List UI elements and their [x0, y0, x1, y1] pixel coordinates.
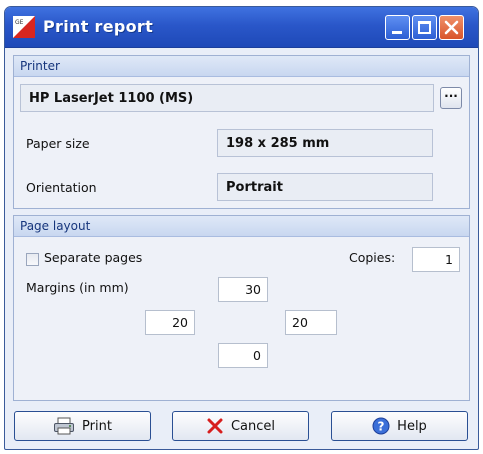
- app-logo-icon: GE: [13, 16, 35, 38]
- maximize-button[interactable]: [412, 15, 437, 40]
- svg-text:GE: GE: [15, 19, 24, 26]
- red-x-icon: [207, 418, 223, 434]
- cancel-button-label: Cancel: [230, 418, 276, 434]
- help-icon: ?: [372, 417, 390, 435]
- margin-bottom-input[interactable]: 0: [218, 343, 268, 368]
- orientation-field: Portrait: [217, 173, 433, 201]
- cancel-button[interactable]: Cancel: [172, 411, 309, 441]
- browse-printer-button[interactable]: ···: [440, 87, 462, 109]
- svg-text:?: ?: [378, 420, 385, 434]
- printer-name-field: HP LaserJet 1100 (MS): [20, 84, 434, 112]
- help-button-label: Help: [397, 418, 427, 434]
- margin-right-input[interactable]: 20: [285, 310, 337, 335]
- printer-group-header: Printer: [14, 56, 469, 77]
- close-button[interactable]: [439, 15, 464, 40]
- print-report-dialog: GE Print report Printer HP LaserJet 1100…: [4, 6, 479, 450]
- maximize-icon: [418, 21, 431, 34]
- window-title: Print report: [43, 17, 154, 36]
- print-button[interactable]: Print: [14, 411, 151, 441]
- page-layout-group: Page layout Separate pages Copies: 1 Mar…: [13, 215, 470, 401]
- separate-pages-label[interactable]: Separate pages: [44, 250, 142, 265]
- orientation-label: Orientation: [26, 180, 97, 195]
- printer-icon: [54, 417, 75, 435]
- paper-size-label: Paper size: [26, 136, 90, 151]
- close-icon: [444, 20, 459, 35]
- margin-top-input[interactable]: 30: [218, 277, 268, 302]
- copies-input[interactable]: 1: [412, 247, 460, 272]
- minimize-icon: [392, 31, 402, 34]
- title-bar[interactable]: GE Print report: [5, 7, 478, 48]
- margins-label: Margins (in mm): [26, 280, 129, 295]
- page-layout-group-header: Page layout: [14, 216, 469, 237]
- margin-left-input[interactable]: 20: [145, 310, 195, 335]
- help-button[interactable]: ? Help: [331, 411, 468, 441]
- paper-size-field: 198 x 285 mm: [217, 129, 433, 157]
- minimize-button[interactable]: [385, 15, 410, 40]
- print-button-label: Print: [82, 418, 112, 434]
- separate-pages-checkbox[interactable]: [26, 253, 39, 266]
- printer-group: Printer HP LaserJet 1100 (MS) ··· Paper …: [13, 55, 470, 209]
- copies-label: Copies:: [349, 250, 396, 265]
